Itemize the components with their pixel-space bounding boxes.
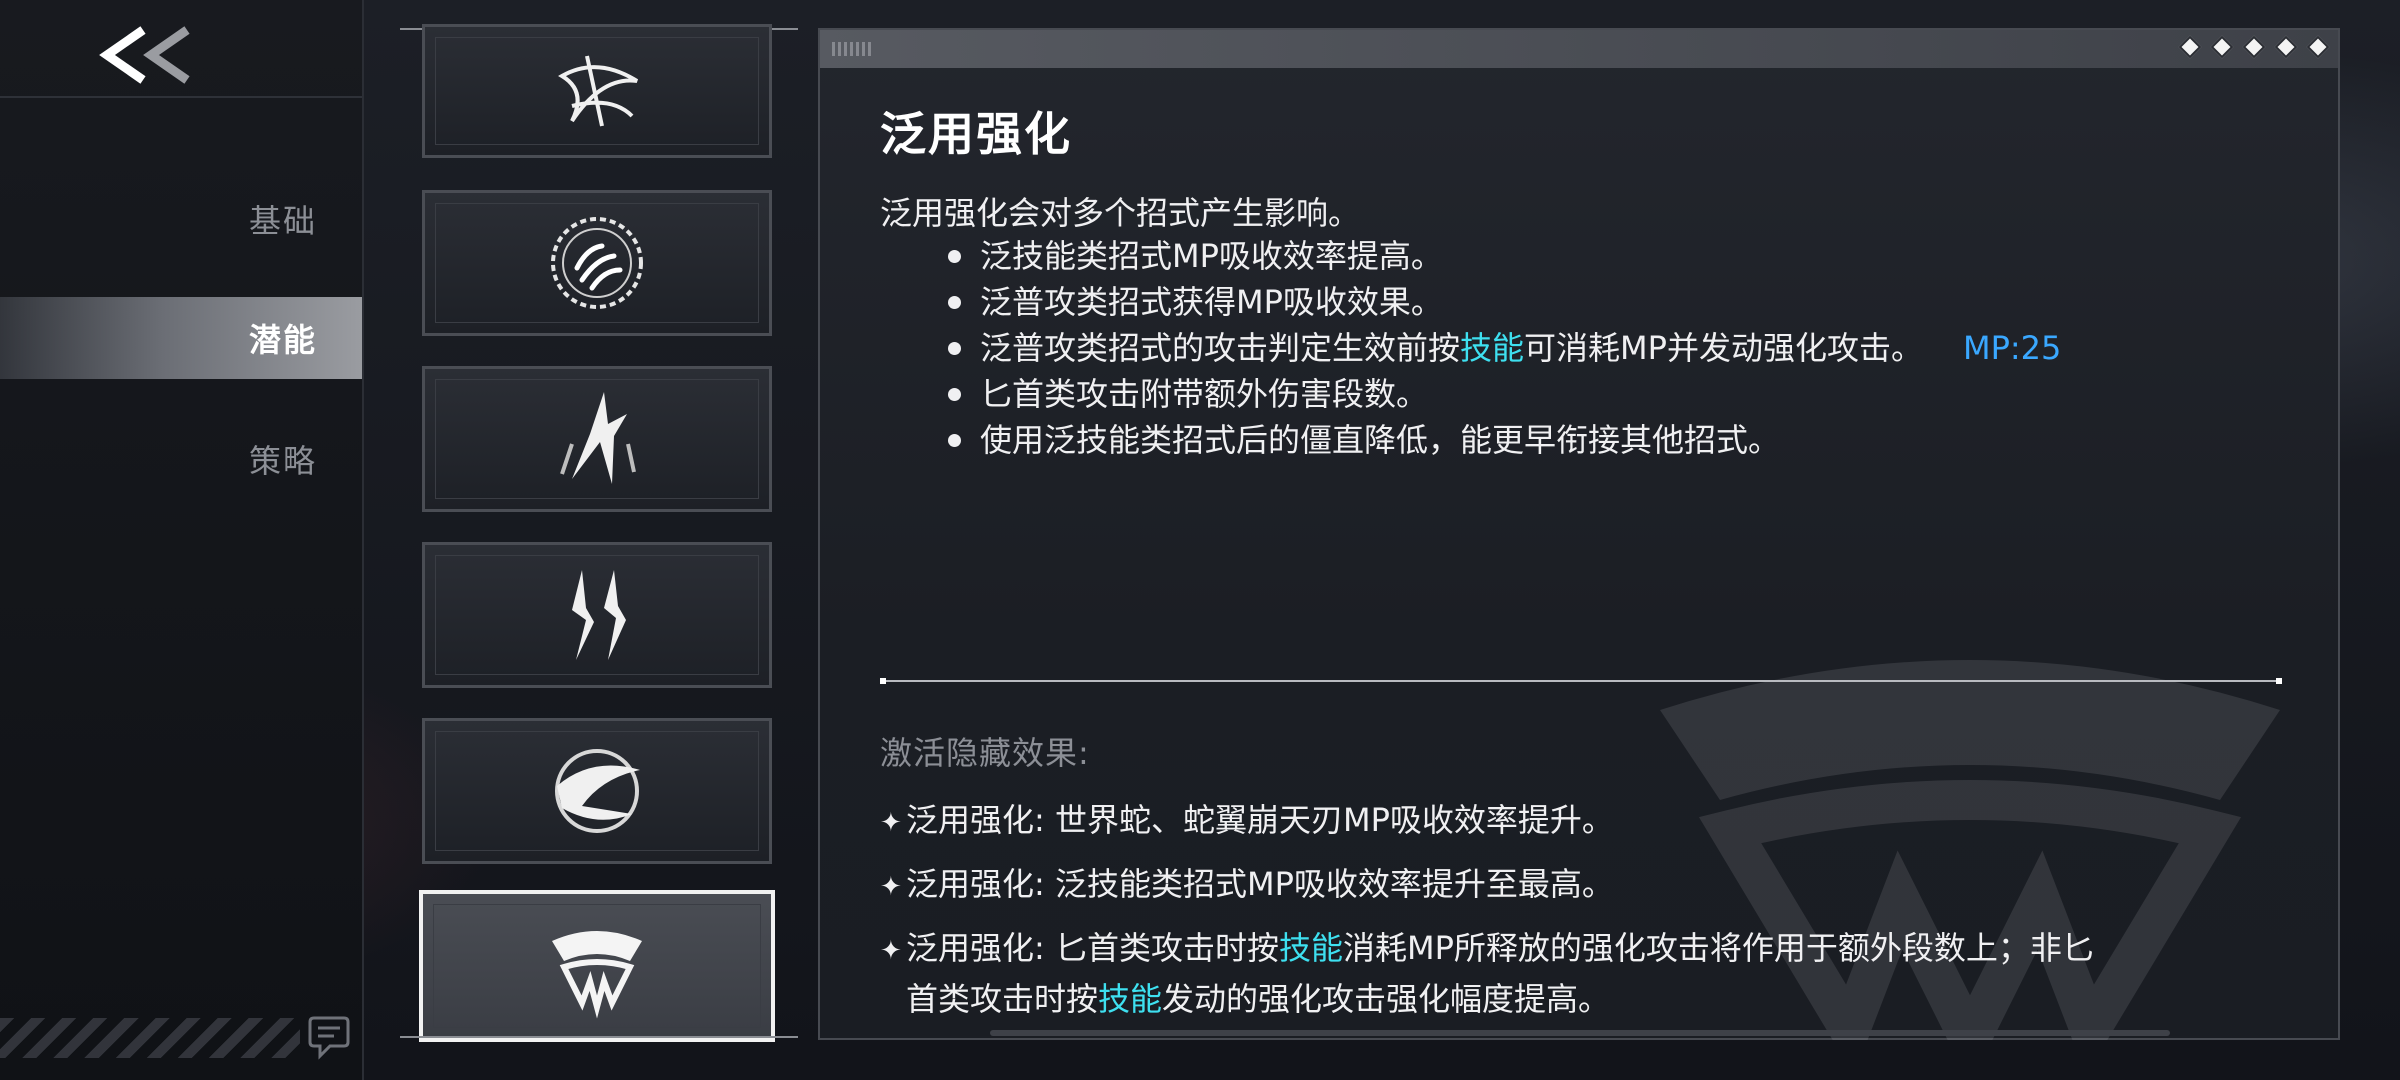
effect-item: 泛技能类招式MP吸收效率提高。 <box>948 233 2061 279</box>
star-bullet-icon: ✦ <box>880 936 902 966</box>
skill-list <box>400 24 798 1042</box>
blade-flare-icon <box>560 392 636 484</box>
keyword-skill: 技能 <box>1460 329 1525 367</box>
keyword-skill: 技能 <box>1098 980 1163 1018</box>
nav-panel: 基础 潜能 策略 <box>0 0 364 1080</box>
back-button[interactable] <box>95 20 205 90</box>
diamond-icon <box>2178 35 2202 59</box>
ringed-claw-icon <box>551 217 643 309</box>
decorative-stripes <box>0 1018 300 1058</box>
skill-card[interactable] <box>422 190 772 336</box>
list-rail <box>400 1036 798 1038</box>
panel-header <box>820 30 2338 68</box>
scrollbar[interactable] <box>990 1030 2170 1036</box>
dot-pattern <box>832 42 872 56</box>
keyword-skill: 技能 <box>1278 929 1343 967</box>
skill-card[interactable] <box>422 718 772 864</box>
diamond-icon <box>2274 35 2298 59</box>
skill-card[interactable] <box>422 24 772 158</box>
effect-list: 泛技能类招式MP吸收效率提高。 泛普攻类招式获得MP吸收效果。 泛普攻类招式的攻… <box>948 233 2061 463</box>
effect-item: 泛普攻类招式的攻击判定生效前按技能可消耗MP并发动强化攻击。 MP:25 <box>948 325 2061 371</box>
effect-item: 使用泛技能类招式后的僵直降低，能更早衔接其他招式。 <box>948 417 2061 463</box>
nav-item-label: 潜能 <box>248 321 317 359</box>
nav-divider <box>0 96 362 98</box>
diamond-icon <box>2306 35 2330 59</box>
hidden-effect-item: ✦ 泛用强化: 世界蛇、蛇翼崩天刃MP吸收效率提升。 <box>880 796 2280 847</box>
twin-claw-icon <box>572 570 626 660</box>
nav-item-label: 基础 <box>248 202 317 240</box>
star-bullet-icon: ✦ <box>880 808 902 838</box>
hidden-effect-item: ✦ 泛用强化: 泛技能类招式MP吸收效率提升至最高。 <box>880 860 2280 911</box>
orbit-blade-icon <box>555 749 640 833</box>
section-divider <box>880 678 2282 684</box>
effect-item: 匕首类攻击附带额外伤害段数。 <box>948 371 2061 417</box>
double-chevron-left-icon <box>99 26 190 84</box>
star-bullet-icon: ✦ <box>880 872 902 902</box>
serpent-crest-icon <box>552 931 642 1019</box>
skill-card-selected[interactable] <box>419 890 775 1042</box>
detail-panel: 泛用强化 泛用强化会对多个招式产生影响。 泛技能类招式MP吸收效率提高。 泛普攻… <box>818 28 2340 1040</box>
diamond-icon <box>2242 35 2266 59</box>
skill-card[interactable] <box>422 366 772 512</box>
diamond-icon <box>2210 35 2234 59</box>
skill-card[interactable] <box>422 542 772 688</box>
nav-item-potential[interactable]: 潜能 <box>0 297 362 379</box>
diamond-row <box>2178 35 2330 59</box>
nav-item-basic[interactable]: 基础 <box>0 178 362 260</box>
hidden-effect-item: ✦ 泛用强化: 匕首类攻击时按技能消耗MP所释放的强化攻击将作用于额外段数上；非匕… <box>880 929 2094 1018</box>
chat-bubble-icon[interactable] <box>308 1014 350 1060</box>
nav-item-label: 策略 <box>248 442 317 480</box>
hidden-effects-title: 激活隐藏效果: <box>880 734 1090 772</box>
nav-item-strategy[interactable]: 策略 <box>0 418 362 500</box>
effect-item: 泛普攻类招式获得MP吸收效果。 <box>948 279 2061 325</box>
skill-title: 泛用强化 <box>880 107 1072 161</box>
skill-intro: 泛用强化会对多个招式产生影响。 <box>880 194 1361 232</box>
mp-cost: MP:25 <box>1962 329 2062 367</box>
spiral-star-icon <box>558 55 639 127</box>
